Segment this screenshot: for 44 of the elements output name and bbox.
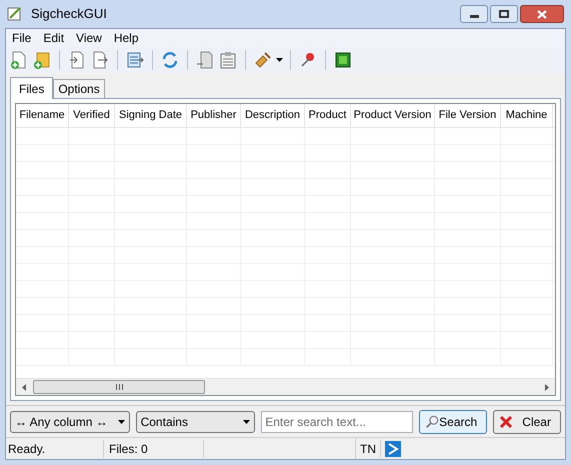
clipboard-icon[interactable] [218, 50, 238, 70]
status-text: Ready. [6, 440, 104, 458]
app-icon [7, 6, 23, 22]
column-header[interactable]: Signing Date [115, 104, 187, 127]
close-icon [537, 10, 547, 18]
report-icon[interactable] [125, 50, 145, 70]
tab[interactable]: Files [10, 77, 54, 99]
search-button[interactable]: Search [419, 410, 488, 434]
caret-icon [243, 420, 250, 424]
column-header[interactable]: Machine [501, 104, 553, 127]
close-button[interactable] [520, 5, 564, 23]
broom-icon [253, 50, 273, 70]
column-header[interactable]: Description [241, 104, 305, 127]
column-header[interactable]: Verified [69, 104, 115, 127]
search-field[interactable]: Enter search text... [261, 410, 414, 432]
indicator-text: TN [356, 440, 381, 458]
menu-item[interactable]: File [8, 29, 36, 47]
menu-item[interactable]: Help [110, 29, 143, 47]
close-icon [499, 414, 514, 428]
add-folder-icon[interactable] [32, 50, 52, 70]
column-header[interactable]: File Version [435, 104, 501, 127]
column-header[interactable]: Product [305, 104, 351, 127]
minimize-button[interactable] [460, 5, 488, 23]
column-dropdown[interactable]: ↔ Any column ↔ [10, 410, 130, 432]
document-icon[interactable] [195, 50, 215, 70]
match-mode-dropdown[interactable]: Contains [136, 410, 256, 432]
refresh-icon[interactable] [160, 50, 180, 70]
tab[interactable]: Options [53, 79, 105, 98]
arrow-logo-icon [385, 440, 401, 456]
horizontal-scrollbar[interactable] [16, 378, 555, 395]
clear-button[interactable]: Clear [493, 410, 561, 434]
chip-icon[interactable] [333, 50, 353, 70]
maximize-button[interactable] [490, 5, 518, 23]
column-header[interactable]: Filename [16, 104, 69, 127]
column-header[interactable]: Publisher [187, 104, 241, 127]
broom-dropdown-button[interactable] [253, 50, 283, 70]
search-icon [425, 414, 440, 430]
caret-icon [276, 58, 283, 62]
column-header[interactable]: Product Version [351, 104, 435, 127]
file-count: Files: 0 [104, 440, 204, 458]
menu-item[interactable]: View [72, 29, 106, 47]
menu-item[interactable]: Edit [39, 29, 68, 47]
window-title: SigcheckGUI [31, 5, 107, 24]
caret-icon [118, 420, 125, 424]
